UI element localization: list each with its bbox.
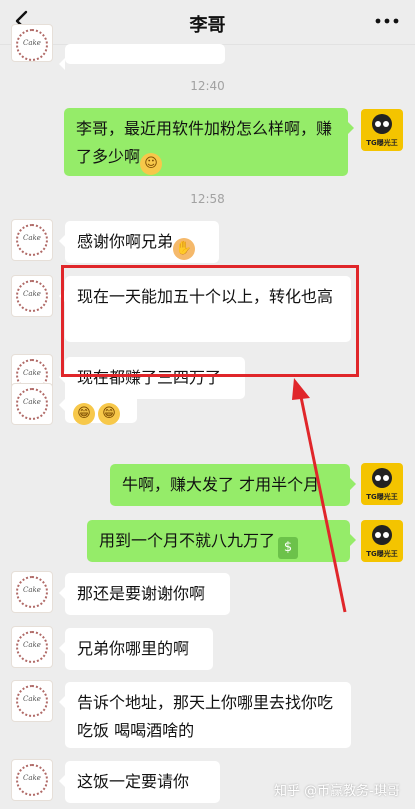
annotation-arrow <box>292 378 347 613</box>
watermark: 知乎 @币赢教务-琪哥 <box>274 784 400 799</box>
